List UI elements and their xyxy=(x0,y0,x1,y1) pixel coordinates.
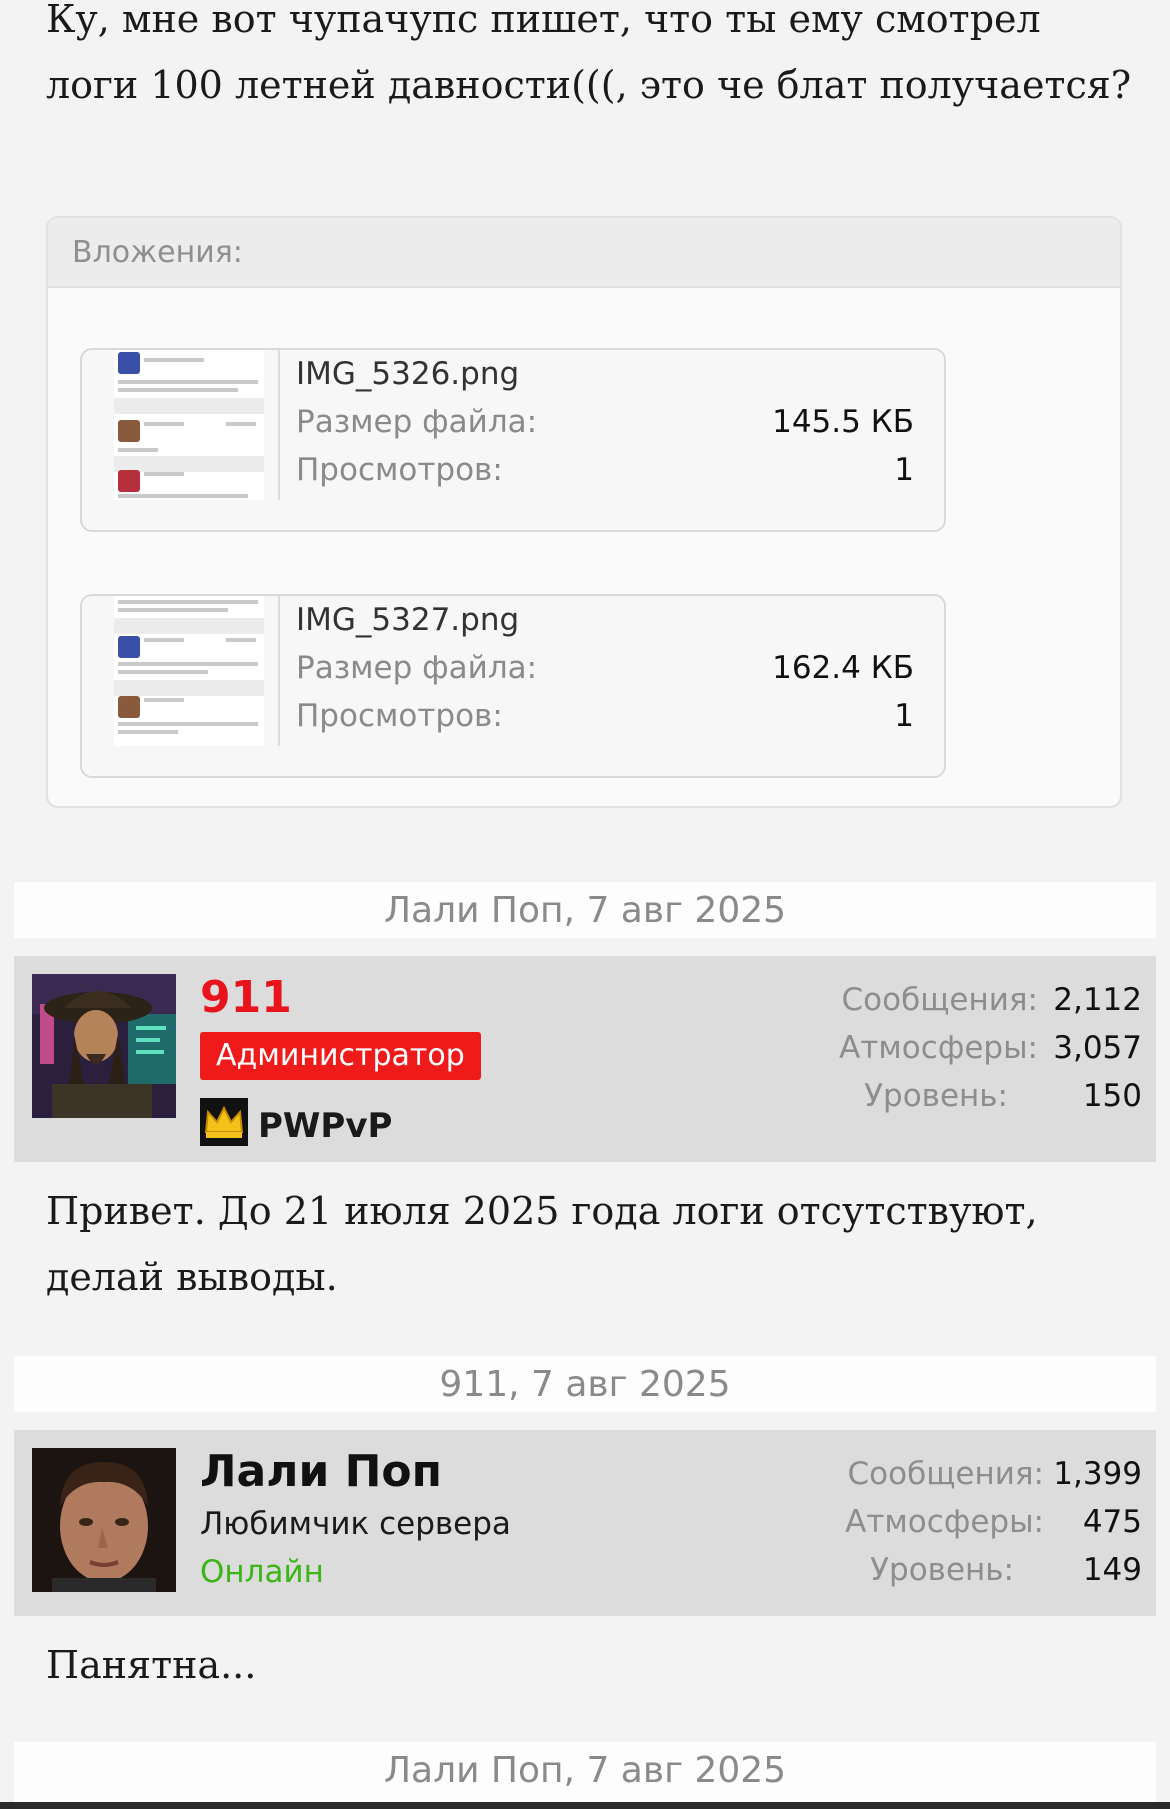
post-quote-header-text[interactable]: Лали Поп, 7 авг 2025 xyxy=(14,890,1156,931)
post-author-bar: Лали Поп Любимчик сервера Онлайн Сообщен… xyxy=(14,1430,1156,1616)
username[interactable]: Лали Поп xyxy=(200,1446,442,1497)
views-value: 1 xyxy=(894,452,914,488)
messages-label: Сообщения: xyxy=(847,1456,1044,1492)
file-size-label: Размер файла: xyxy=(296,404,538,440)
atmospheres-label: Атмосферы: xyxy=(839,1030,1038,1066)
attachment-thumbnail[interactable] xyxy=(114,596,264,746)
role-badge: Администратор xyxy=(200,1032,481,1080)
level-label: Уровень: xyxy=(870,1552,1014,1588)
messages-value: 1,399 xyxy=(1053,1456,1142,1492)
avatar[interactable] xyxy=(32,974,176,1118)
attachments-header: Вложения: xyxy=(48,218,1120,288)
post-text: Ку, мне вот чупачупс пишет, что ты ему с… xyxy=(46,0,1132,107)
attachment-card[interactable]: IMG_5326.png Размер файла: 145.5 КБ Прос… xyxy=(80,348,946,532)
user-title: Любимчик сервера xyxy=(200,1506,511,1542)
post-quote-header-text[interactable]: Лали Поп, 7 авг 2025 xyxy=(14,1750,1156,1791)
views-label: Просмотров: xyxy=(296,452,503,488)
file-size-label: Размер файла: xyxy=(296,650,538,686)
attachment-filename[interactable]: IMG_5327.png xyxy=(296,602,519,638)
attachment-divider xyxy=(278,350,280,500)
post-quote-header[interactable]: Лали Поп, 7 авг 2025 xyxy=(14,882,1156,938)
post-author-bar: 911 Администратор PWPvP Сообщения: 2,112… xyxy=(14,956,1156,1162)
username[interactable]: 911 xyxy=(200,972,292,1023)
post-quote-header[interactable]: Лали Поп, 7 авг 2025 xyxy=(14,1742,1156,1802)
messages-value: 2,112 xyxy=(1053,982,1142,1018)
post-text: Панятна... xyxy=(46,1643,257,1687)
crown-icon xyxy=(200,1098,248,1146)
attachment-filename[interactable]: IMG_5326.png xyxy=(296,356,519,392)
post-quote-header-text[interactable]: 911, 7 авг 2025 xyxy=(14,1364,1156,1405)
level-value: 150 xyxy=(1082,1078,1142,1114)
attachments-header-label: Вложения: xyxy=(72,235,243,270)
file-size-value: 145.5 КБ xyxy=(772,404,914,440)
avatar[interactable] xyxy=(32,1448,176,1592)
attachment-divider xyxy=(278,596,280,746)
atmospheres-value: 3,057 xyxy=(1053,1030,1142,1066)
level-value: 149 xyxy=(1082,1552,1142,1588)
post-quote-header[interactable]: 911, 7 авг 2025 xyxy=(14,1356,1156,1412)
atmospheres-label: Атмосферы: xyxy=(845,1504,1044,1540)
level-label: Уровень: xyxy=(864,1078,1008,1114)
server-tag: PWPvP xyxy=(258,1106,393,1146)
atmospheres-value: 475 xyxy=(1082,1504,1142,1540)
attachments-box: Вложения: IMG_5326.png Размер файла: 145… xyxy=(46,216,1122,808)
messages-label: Сообщения: xyxy=(841,982,1038,1018)
attachment-card[interactable]: IMG_5327.png Размер файла: 162.4 КБ Прос… xyxy=(80,594,946,778)
online-status: Онлайн xyxy=(200,1554,324,1590)
views-label: Просмотров: xyxy=(296,698,503,734)
post-text: Привет. До 21 июля 2025 года логи отсутс… xyxy=(46,1189,1038,1299)
attachment-thumbnail[interactable] xyxy=(114,350,264,500)
file-size-value: 162.4 КБ xyxy=(772,650,914,686)
bottom-edge xyxy=(0,1802,1170,1809)
views-value: 1 xyxy=(894,698,914,734)
